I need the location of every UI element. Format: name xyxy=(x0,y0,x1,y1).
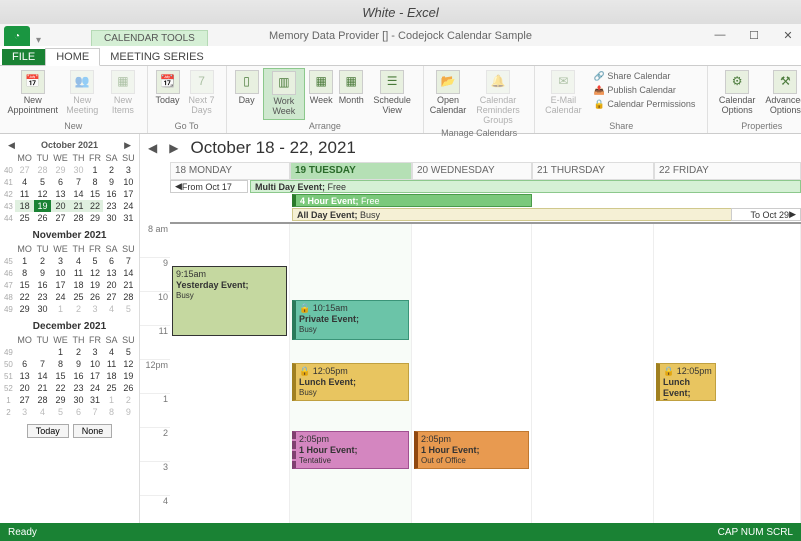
document-title: Memory Data Provider [] - Codejock Calen… xyxy=(269,30,532,42)
outer-title: White - Excel xyxy=(362,5,439,20)
tab-home[interactable]: HOME xyxy=(45,48,100,66)
from-indicator[interactable]: ◀ From Oct 17 xyxy=(170,180,248,193)
calendar-permissions-button[interactable]: 🔒 Calendar Permissions xyxy=(590,98,700,111)
fourhour-event[interactable]: 4 Hour Event; Free xyxy=(292,194,532,207)
minical-dec[interactable]: MOTUWETHFRSASU49123455067891011125113141… xyxy=(2,334,137,418)
dayheader-mon[interactable]: 18 MONDAY xyxy=(170,162,290,180)
workweek-view-button[interactable]: ▥Work Week xyxy=(263,68,306,120)
items-icon: ▦ xyxy=(111,70,135,94)
open-calendar-button[interactable]: 📂Open Calendar xyxy=(430,68,466,118)
lunch-event-tue[interactable]: 🔒 12:05pmLunch Event;Busy xyxy=(292,363,409,401)
app-icon: ◔ xyxy=(4,26,30,46)
new-meeting-button[interactable]: 👥New Meeting xyxy=(61,68,103,118)
advanced-options-button[interactable]: ⚒Advanced Options xyxy=(762,68,801,118)
col-fri[interactable]: 🔒 12:05pmLunch Event;Busy xyxy=(654,224,801,523)
groups-icon: 🔔 xyxy=(486,70,510,94)
multiday-event[interactable]: Multi Day Event; Free xyxy=(250,180,801,193)
minical-title-0: October 2021 xyxy=(41,140,98,150)
maximize-button[interactable]: ☐ xyxy=(745,28,763,42)
col-wed[interactable]: 2:05pm1 Hour Event;Out of Office xyxy=(412,224,532,523)
new-items-button[interactable]: ▦New Items xyxy=(105,68,140,118)
yesterday-event[interactable]: 9:15amYesterday Event;Busy xyxy=(172,266,287,336)
share-calendar-button[interactable]: 🔗 Share Calendar xyxy=(590,70,700,83)
advanced-icon: ⚒ xyxy=(773,70,797,94)
calendar-groups-button[interactable]: 🔔Calendar Reminders Groups xyxy=(468,68,528,128)
day-icon: ▯ xyxy=(235,70,259,94)
open-icon: 📂 xyxy=(436,70,460,94)
prev-range-icon[interactable]: ◀ xyxy=(148,141,157,155)
col-thu[interactable] xyxy=(532,224,654,523)
calendar-plus-icon: 📅 xyxy=(21,70,45,94)
minical-title-1: November 2021 xyxy=(2,230,137,241)
contextual-tab-label: CALENDAR TOOLS xyxy=(91,30,208,46)
month-icon: ▦ xyxy=(339,70,363,94)
next-month-icon[interactable]: ▶ xyxy=(124,140,131,151)
week-icon: 7 xyxy=(190,70,214,94)
dayheader-wed[interactable]: 20 WEDNESDAY xyxy=(412,162,532,180)
ribbon: 📅New Appointment 👥New Meeting ▦New Items… xyxy=(0,66,801,134)
options-icon: ⚙ xyxy=(725,70,749,94)
to-indicator[interactable]: To Oct 29 ▶ xyxy=(731,208,801,221)
today-button[interactable]: 📆Today xyxy=(154,68,182,108)
group-label-new: New xyxy=(64,121,82,131)
hour-event-ooo[interactable]: 2:05pm1 Hour Event;Out of Office xyxy=(414,431,529,469)
status-bar: Ready CAP NUM SCRL xyxy=(0,523,801,541)
ribbon-tabstrip: FILE HOME MEETING SERIES xyxy=(0,46,801,66)
today-icon: 📆 xyxy=(156,70,180,94)
private-event[interactable]: 🔒 10:15amPrivate Event;Busy xyxy=(292,300,409,340)
week-view-icon: ▦ xyxy=(309,70,333,94)
qat-row: ◔ ▾ CALENDAR TOOLS Memory Data Provider … xyxy=(0,24,801,46)
publish-calendar-button[interactable]: 📤 Publish Calendar xyxy=(590,84,700,97)
sidebar-none-button[interactable]: None xyxy=(73,424,113,438)
week-view-button[interactable]: ▦Week xyxy=(307,68,335,108)
allday-event[interactable]: All Day Event; Busy xyxy=(292,208,801,221)
tab-file[interactable]: FILE xyxy=(2,49,45,65)
group-label-arrange: Arrange xyxy=(309,121,341,131)
dayheader-tue[interactable]: 19 TUESDAY xyxy=(290,162,412,180)
lunch-event-fri[interactable]: 🔒 12:05pmLunch Event;Busy xyxy=(656,363,716,401)
group-label-share: Share xyxy=(609,121,633,131)
close-button[interactable]: ✕ xyxy=(779,28,797,42)
day-view-button[interactable]: ▯Day xyxy=(233,68,261,108)
date-navigator: ◀ October 2021 ▶ MOTUWETHFRSASU402728293… xyxy=(0,134,140,523)
outer-titlebar: White - Excel xyxy=(0,0,801,24)
email-icon: ✉ xyxy=(551,70,575,94)
new-appointment-button[interactable]: 📅New Appointment xyxy=(6,68,59,118)
tab-meeting-series[interactable]: MEETING SERIES xyxy=(100,49,214,65)
minical-title-2: December 2021 xyxy=(2,321,137,332)
sidebar-today-button[interactable]: Today xyxy=(27,424,69,438)
qat-dropdown-icon[interactable]: ▾ xyxy=(36,35,41,46)
time-grid[interactable]: 8 am9101112pm123456 9:15amYesterday Even… xyxy=(140,224,801,523)
group-label-goto: Go To xyxy=(175,121,199,131)
month-view-button[interactable]: ▦Month xyxy=(337,68,365,108)
minimize-button[interactable]: — xyxy=(711,28,729,42)
workweek-icon: ▥ xyxy=(272,71,296,95)
hour-event-tentative[interactable]: 2:05pm1 Hour Event;Tentative xyxy=(292,431,409,469)
calendar-options-button[interactable]: ⚙Calendar Options xyxy=(714,68,759,118)
date-range-title: October 18 - 22, 2021 xyxy=(190,138,355,158)
dayheader-fri[interactable]: 22 FRIDAY xyxy=(654,162,801,180)
email-calendar-button[interactable]: ✉E-Mail Calendar xyxy=(541,68,586,118)
schedule-view-button[interactable]: ☰Schedule View xyxy=(367,68,417,118)
minical-oct[interactable]: MOTUWETHFRSASU40272829301234145678910421… xyxy=(2,152,137,224)
next-range-icon[interactable]: ▶ xyxy=(169,141,178,155)
day-headers: 18 MONDAY 19 TUESDAY 20 WEDNESDAY 21 THU… xyxy=(170,162,801,180)
status-locks: CAP NUM SCRL xyxy=(718,527,793,538)
dayheader-thu[interactable]: 21 THURSDAY xyxy=(532,162,654,180)
allday-area[interactable]: ◀ From Oct 17 Multi Day Event; Free 4 Ho… xyxy=(170,180,801,224)
meeting-icon: 👥 xyxy=(70,70,94,94)
next7-button[interactable]: 7Next 7 Days xyxy=(184,68,220,118)
col-mon[interactable]: 9:15amYesterday Event;Busy xyxy=(170,224,290,523)
prev-month-icon[interactable]: ◀ xyxy=(8,140,15,151)
minical-nov[interactable]: MOTUWETHFRSASU45123456746891011121314471… xyxy=(2,243,137,315)
col-tue[interactable]: 🔒 10:15amPrivate Event;Busy 🔒 12:05pmLun… xyxy=(290,224,412,523)
group-label-properties: Properties xyxy=(741,121,782,131)
schedule-icon: ☰ xyxy=(380,70,404,94)
status-ready: Ready xyxy=(8,527,37,538)
